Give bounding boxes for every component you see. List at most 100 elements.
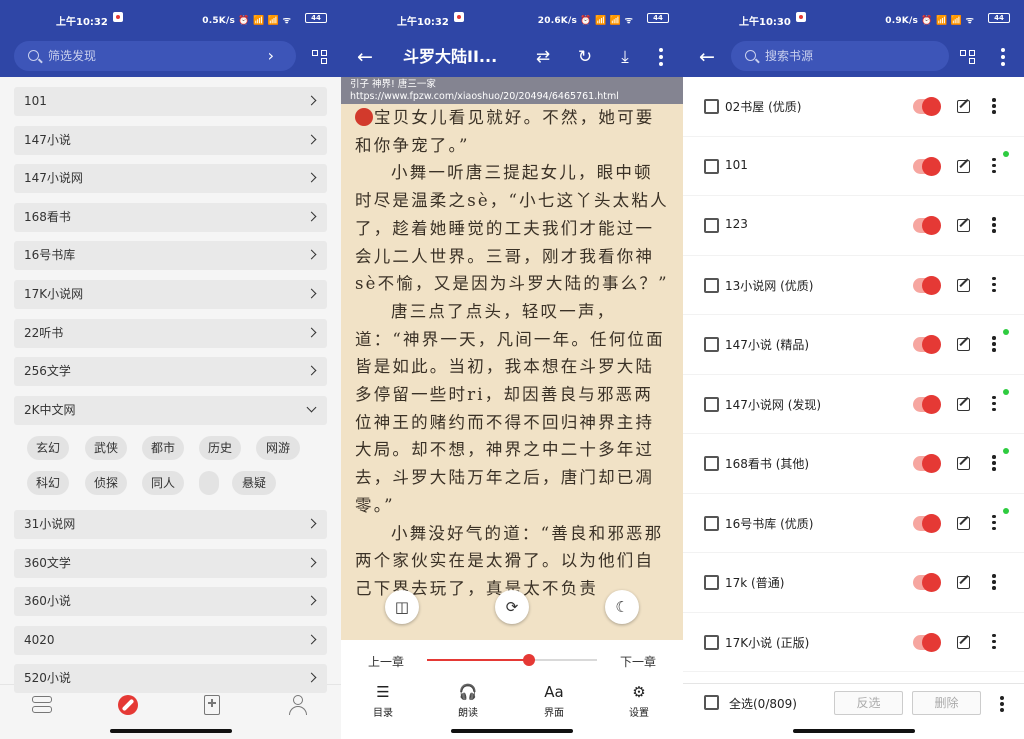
- reading-content[interactable]: 宝贝女儿看见就好。不然，她可要和你争宠了。” 小舞一听唐三提起女儿，眼中顿时尽是温…: [355, 104, 669, 639]
- group-tree-icon[interactable]: [960, 50, 976, 64]
- source-row[interactable]: 101: [683, 137, 1024, 196]
- download-icon[interactable]: ⤓: [611, 37, 639, 77]
- discover-chip[interactable]: 都市: [142, 436, 184, 460]
- enable-switch[interactable]: [913, 513, 941, 533]
- discover-chip[interactable]: 武侠: [85, 436, 127, 460]
- source-checkbox[interactable]: [704, 456, 719, 471]
- edit-icon[interactable]: [957, 635, 970, 649]
- group-item[interactable]: 17K小说网: [14, 280, 327, 309]
- progress-knob[interactable]: [523, 654, 535, 666]
- group-item[interactable]: 22听书: [14, 318, 327, 348]
- edit-icon[interactable]: [957, 516, 970, 530]
- rss-icon[interactable]: [204, 695, 220, 715]
- more-vert-icon[interactable]: [992, 217, 996, 233]
- source-checkbox[interactable]: [704, 515, 719, 531]
- source-row[interactable]: 147小说网 (发现): [683, 375, 1024, 434]
- more-vert-icon[interactable]: [992, 514, 996, 531]
- discover-chip[interactable]: 同人: [142, 471, 184, 495]
- edit-icon[interactable]: [957, 338, 970, 351]
- discover-chip[interactable]: 玄幻: [27, 436, 69, 460]
- discover-chip[interactable]: [199, 471, 219, 495]
- group-item[interactable]: 16号书库: [14, 241, 327, 271]
- group-item[interactable]: 4020: [14, 625, 327, 655]
- enable-switch[interactable]: [913, 632, 941, 652]
- source-row[interactable]: 02书屋 (优质): [683, 77, 1024, 137]
- enable-switch[interactable]: [913, 573, 941, 592]
- more-vert-icon[interactable]: [992, 455, 996, 471]
- group-tree-icon[interactable]: [312, 50, 328, 64]
- source-row[interactable]: 147小说 (精品): [683, 315, 1024, 375]
- chapter-source-banner[interactable]: 引子 神界! 唐三一家 https://www.fpzw.com/xiaoshu…: [341, 77, 683, 104]
- edit-icon[interactable]: [957, 100, 970, 113]
- discover-chip[interactable]: 侦探: [85, 471, 127, 495]
- profile-icon[interactable]: [289, 695, 307, 715]
- prev-chapter-button[interactable]: 上一章: [368, 653, 404, 670]
- source-row[interactable]: 16号书库 (优质): [683, 494, 1024, 553]
- enable-switch[interactable]: [913, 275, 941, 295]
- source-checkbox[interactable]: [704, 396, 719, 412]
- read-aloud-button[interactable]: 🎧 朗读: [443, 682, 493, 719]
- more-vert-icon[interactable]: [992, 276, 996, 293]
- discover-chip[interactable]: 悬疑: [232, 471, 276, 495]
- select-all-label[interactable]: 全选(0/809): [729, 695, 797, 712]
- invert-selection-button[interactable]: 反选: [834, 691, 903, 715]
- more-vert-icon[interactable]: [992, 574, 996, 590]
- more-vert-icon[interactable]: [1001, 48, 1005, 66]
- group-item[interactable]: 256文学: [14, 357, 327, 387]
- discover-chip[interactable]: 网游: [256, 436, 300, 460]
- source-row[interactable]: 123: [683, 196, 1024, 256]
- source-checkbox[interactable]: [704, 337, 719, 352]
- enable-switch[interactable]: [913, 454, 941, 473]
- source-row[interactable]: 168看书 (其他): [683, 434, 1024, 494]
- enable-switch[interactable]: [913, 156, 941, 176]
- edit-icon[interactable]: [957, 278, 970, 292]
- discover-chip[interactable]: 历史: [199, 436, 241, 460]
- more-vert-icon[interactable]: [992, 395, 996, 412]
- replace-rule-icon[interactable]: ⟳: [495, 590, 529, 624]
- group-item[interactable]: 31小说网: [14, 510, 327, 539]
- discover-icon[interactable]: [118, 695, 138, 715]
- source-checkbox[interactable]: [704, 99, 719, 114]
- source-row[interactable]: 13小说网 (优质): [683, 256, 1024, 315]
- change-source-icon[interactable]: ⇄: [529, 37, 557, 77]
- enable-switch[interactable]: [913, 394, 941, 414]
- group-item[interactable]: 147小说网: [14, 164, 327, 194]
- group-item[interactable]: 360文学: [14, 548, 327, 578]
- chapter-url[interactable]: https://www.fpzw.com/xiaoshuo/20/20494/6…: [350, 91, 674, 103]
- group-item[interactable]: 147小说: [14, 125, 327, 155]
- more-vert-icon[interactable]: [992, 336, 996, 352]
- group-item[interactable]: 360小说: [14, 587, 327, 617]
- select-all-checkbox[interactable]: [704, 695, 719, 710]
- source-checkbox[interactable]: [704, 277, 719, 293]
- group-item[interactable]: 520小说: [14, 664, 327, 694]
- more-vert-icon[interactable]: [992, 633, 996, 650]
- enable-switch[interactable]: [913, 97, 941, 116]
- edit-icon[interactable]: [957, 159, 970, 173]
- chapter-progress-slider[interactable]: [427, 654, 597, 666]
- next-chapter-button[interactable]: 下一章: [620, 653, 656, 670]
- bookshelf-icon[interactable]: [32, 696, 52, 714]
- source-row[interactable]: 17k (普通): [683, 553, 1024, 613]
- more-vert-icon[interactable]: [659, 48, 663, 66]
- group-item[interactable]: 101: [14, 87, 327, 116]
- source-checkbox[interactable]: [704, 575, 719, 590]
- edit-icon[interactable]: [957, 576, 970, 589]
- edit-icon[interactable]: [957, 397, 970, 411]
- source-row[interactable]: 17K小说 (正版): [683, 613, 1024, 672]
- source-checkbox[interactable]: [704, 218, 719, 233]
- refresh-icon[interactable]: ↻: [571, 37, 599, 77]
- edit-icon[interactable]: [957, 457, 970, 470]
- delete-button[interactable]: 删除: [912, 691, 981, 715]
- discover-chip[interactable]: 科幻: [27, 471, 69, 495]
- interface-button[interactable]: Aa 界面: [529, 682, 579, 719]
- source-search-input[interactable]: 搜索书源: [731, 41, 949, 71]
- back-arrow-icon[interactable]: ←: [693, 37, 721, 77]
- source-checkbox[interactable]: [704, 158, 719, 174]
- settings-button[interactable]: ⚙ 设置: [614, 682, 664, 719]
- back-arrow-icon[interactable]: ←: [351, 37, 379, 77]
- group-item-2k[interactable]: 2K中文网: [14, 396, 327, 425]
- more-vert-icon[interactable]: [992, 157, 996, 174]
- toc-button[interactable]: ☰ 目录: [358, 682, 408, 719]
- chevron-right-icon[interactable]: ›: [268, 41, 274, 71]
- discover-filter-input[interactable]: 筛选发现 ›: [14, 41, 296, 71]
